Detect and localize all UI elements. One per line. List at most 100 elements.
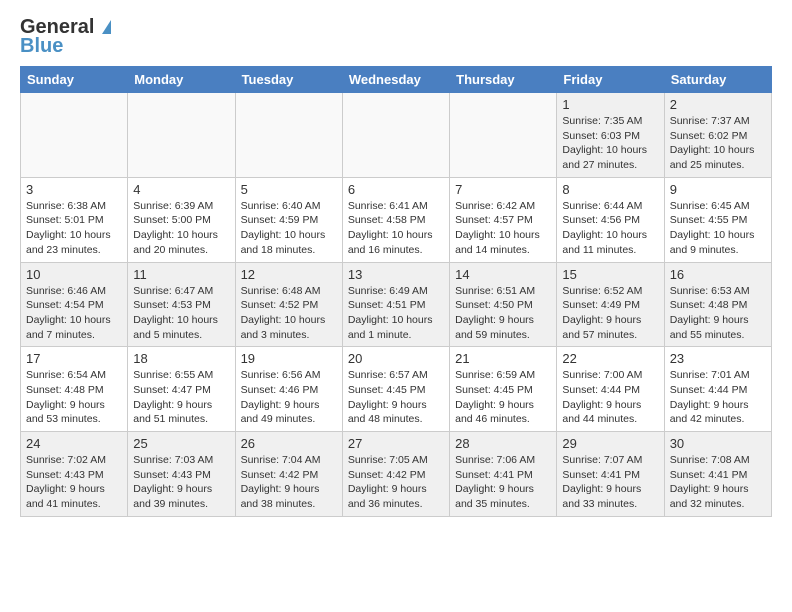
calendar-week-1: 3 Sunrise: 6:38 AM Sunset: 5:01 PM Daylig… [21, 177, 772, 262]
day-number: 22 [562, 351, 658, 366]
day-info: Sunrise: 7:08 AM Sunset: 4:41 PM Dayligh… [670, 453, 766, 512]
day-info: Sunrise: 6:40 AM Sunset: 4:59 PM Dayligh… [241, 199, 337, 258]
column-header-monday: Monday [128, 67, 235, 93]
day-number: 4 [133, 182, 229, 197]
day-number: 10 [26, 267, 122, 282]
day-info: Sunrise: 6:56 AM Sunset: 4:46 PM Dayligh… [241, 368, 337, 427]
day-number: 6 [348, 182, 444, 197]
day-number: 21 [455, 351, 551, 366]
calendar-cell [235, 93, 342, 178]
calendar-cell: 23Sunrise: 7:01 AM Sunset: 4:44 PM Dayli… [664, 347, 771, 432]
logo: General Blue [20, 16, 111, 58]
calendar-cell: 14Sunrise: 6:51 AM Sunset: 4:50 PM Dayli… [450, 262, 557, 347]
calendar-cell: 3 Sunrise: 6:38 AM Sunset: 5:01 PM Daylig… [21, 177, 128, 262]
day-number: 23 [670, 351, 766, 366]
day-info: Sunrise: 6:39 AM Sunset: 5:00 PM Dayligh… [133, 199, 229, 258]
day-info: Sunrise: 7:00 AM Sunset: 4:44 PM Dayligh… [562, 368, 658, 427]
day-info: Sunrise: 7:04 AM Sunset: 4:42 PM Dayligh… [241, 453, 337, 512]
day-info: Sunrise: 7:06 AM Sunset: 4:41 PM Dayligh… [455, 453, 551, 512]
calendar-cell: 18 Sunrise: 6:55 AM Sunset: 4:47 PM Dayli… [128, 347, 235, 432]
calendar-cell: 5 Sunrise: 6:40 AM Sunset: 4:59 PM Daylig… [235, 177, 342, 262]
day-number: 20 [348, 351, 444, 366]
day-info: Sunrise: 6:54 AM Sunset: 4:48 PM Dayligh… [26, 368, 122, 427]
calendar-cell: 7Sunrise: 6:42 AM Sunset: 4:57 PM Daylig… [450, 177, 557, 262]
header-row: SundayMondayTuesdayWednesdayThursdayFrid… [21, 67, 772, 93]
calendar-cell: 24 Sunrise: 7:02 AM Sunset: 4:43 PM Dayli… [21, 432, 128, 517]
day-info: Sunrise: 6:59 AM Sunset: 4:45 PM Dayligh… [455, 368, 551, 427]
calendar-week-3: 17 Sunrise: 6:54 AM Sunset: 4:48 PM Dayli… [21, 347, 772, 432]
calendar-cell: 25 Sunrise: 7:03 AM Sunset: 4:43 PM Dayli… [128, 432, 235, 517]
logo-blue: Blue [20, 35, 63, 58]
day-info: Sunrise: 6:46 AM Sunset: 4:54 PM Dayligh… [26, 284, 122, 343]
calendar-week-0: 1 Sunrise: 7:35 AM Sunset: 6:03 PM Daylig… [21, 93, 772, 178]
day-number: 1 [562, 97, 658, 112]
day-info: Sunrise: 6:38 AM Sunset: 5:01 PM Dayligh… [26, 199, 122, 258]
column-header-wednesday: Wednesday [342, 67, 449, 93]
day-info: Sunrise: 7:02 AM Sunset: 4:43 PM Dayligh… [26, 453, 122, 512]
column-header-tuesday: Tuesday [235, 67, 342, 93]
calendar-cell: 22 Sunrise: 7:00 AM Sunset: 4:44 PM Dayli… [557, 347, 664, 432]
calendar-cell: 17 Sunrise: 6:54 AM Sunset: 4:48 PM Dayli… [21, 347, 128, 432]
day-number: 25 [133, 436, 229, 451]
calendar-cell: 1 Sunrise: 7:35 AM Sunset: 6:03 PM Daylig… [557, 93, 664, 178]
calendar-cell: 13 Sunrise: 6:49 AM Sunset: 4:51 PM Dayli… [342, 262, 449, 347]
day-info: Sunrise: 6:44 AM Sunset: 4:56 PM Dayligh… [562, 199, 658, 258]
calendar-cell: 27Sunrise: 7:05 AM Sunset: 4:42 PM Dayli… [342, 432, 449, 517]
day-number: 9 [670, 182, 766, 197]
day-info: Sunrise: 6:41 AM Sunset: 4:58 PM Dayligh… [348, 199, 444, 258]
day-number: 3 [26, 182, 122, 197]
calendar-cell: 20 Sunrise: 6:57 AM Sunset: 4:45 PM Dayli… [342, 347, 449, 432]
calendar-cell [342, 93, 449, 178]
day-info: Sunrise: 6:48 AM Sunset: 4:52 PM Dayligh… [241, 284, 337, 343]
calendar-cell: 15 Sunrise: 6:52 AM Sunset: 4:49 PM Dayli… [557, 262, 664, 347]
day-info: Sunrise: 6:52 AM Sunset: 4:49 PM Dayligh… [562, 284, 658, 343]
calendar-cell: 10 Sunrise: 6:46 AM Sunset: 4:54 PM Dayli… [21, 262, 128, 347]
calendar-cell: 30 Sunrise: 7:08 AM Sunset: 4:41 PM Dayli… [664, 432, 771, 517]
day-info: Sunrise: 7:07 AM Sunset: 4:41 PM Dayligh… [562, 453, 658, 512]
day-number: 17 [26, 351, 122, 366]
day-info: Sunrise: 6:47 AM Sunset: 4:53 PM Dayligh… [133, 284, 229, 343]
day-info: Sunrise: 6:57 AM Sunset: 4:45 PM Dayligh… [348, 368, 444, 427]
day-number: 18 [133, 351, 229, 366]
day-number: 19 [241, 351, 337, 366]
calendar-cell [128, 93, 235, 178]
calendar-cell: 9 Sunrise: 6:45 AM Sunset: 4:55 PM Daylig… [664, 177, 771, 262]
calendar-cell: 21 Sunrise: 6:59 AM Sunset: 4:45 PM Dayli… [450, 347, 557, 432]
day-info: Sunrise: 7:37 AM Sunset: 6:02 PM Dayligh… [670, 114, 766, 173]
day-number: 29 [562, 436, 658, 451]
calendar-table: SundayMondayTuesdayWednesdayThursdayFrid… [20, 66, 772, 517]
day-info: Sunrise: 6:42 AM Sunset: 4:57 PM Dayligh… [455, 199, 551, 258]
column-header-thursday: Thursday [450, 67, 557, 93]
day-info: Sunrise: 7:35 AM Sunset: 6:03 PM Dayligh… [562, 114, 658, 173]
day-number: 2 [670, 97, 766, 112]
day-number: 11 [133, 267, 229, 282]
calendar-cell: 2 Sunrise: 7:37 AM Sunset: 6:02 PM Daylig… [664, 93, 771, 178]
day-number: 16 [670, 267, 766, 282]
calendar-cell [450, 93, 557, 178]
day-info: Sunrise: 6:53 AM Sunset: 4:48 PM Dayligh… [670, 284, 766, 343]
calendar-body: 1 Sunrise: 7:35 AM Sunset: 6:03 PM Daylig… [21, 93, 772, 517]
day-number: 13 [348, 267, 444, 282]
day-number: 12 [241, 267, 337, 282]
calendar-cell: 29 Sunrise: 7:07 AM Sunset: 4:41 PM Dayli… [557, 432, 664, 517]
calendar-cell: 19 Sunrise: 6:56 AM Sunset: 4:46 PM Dayli… [235, 347, 342, 432]
calendar-cell: 16 Sunrise: 6:53 AM Sunset: 4:48 PM Dayli… [664, 262, 771, 347]
day-info: Sunrise: 7:03 AM Sunset: 4:43 PM Dayligh… [133, 453, 229, 512]
day-number: 24 [26, 436, 122, 451]
day-number: 5 [241, 182, 337, 197]
day-info: Sunrise: 6:55 AM Sunset: 4:47 PM Dayligh… [133, 368, 229, 427]
day-info: Sunrise: 6:45 AM Sunset: 4:55 PM Dayligh… [670, 199, 766, 258]
day-number: 26 [241, 436, 337, 451]
calendar-header: SundayMondayTuesdayWednesdayThursdayFrid… [21, 67, 772, 93]
column-header-saturday: Saturday [664, 67, 771, 93]
column-header-friday: Friday [557, 67, 664, 93]
column-header-sunday: Sunday [21, 67, 128, 93]
day-number: 8 [562, 182, 658, 197]
day-info: Sunrise: 6:49 AM Sunset: 4:51 PM Dayligh… [348, 284, 444, 343]
calendar-cell: 26 Sunrise: 7:04 AM Sunset: 4:42 PM Dayli… [235, 432, 342, 517]
calendar-cell: 28Sunrise: 7:06 AM Sunset: 4:41 PM Dayli… [450, 432, 557, 517]
day-number: 30 [670, 436, 766, 451]
calendar-week-2: 10 Sunrise: 6:46 AM Sunset: 4:54 PM Dayli… [21, 262, 772, 347]
day-info: Sunrise: 7:05 AM Sunset: 4:42 PM Dayligh… [348, 453, 444, 512]
day-number: 15 [562, 267, 658, 282]
